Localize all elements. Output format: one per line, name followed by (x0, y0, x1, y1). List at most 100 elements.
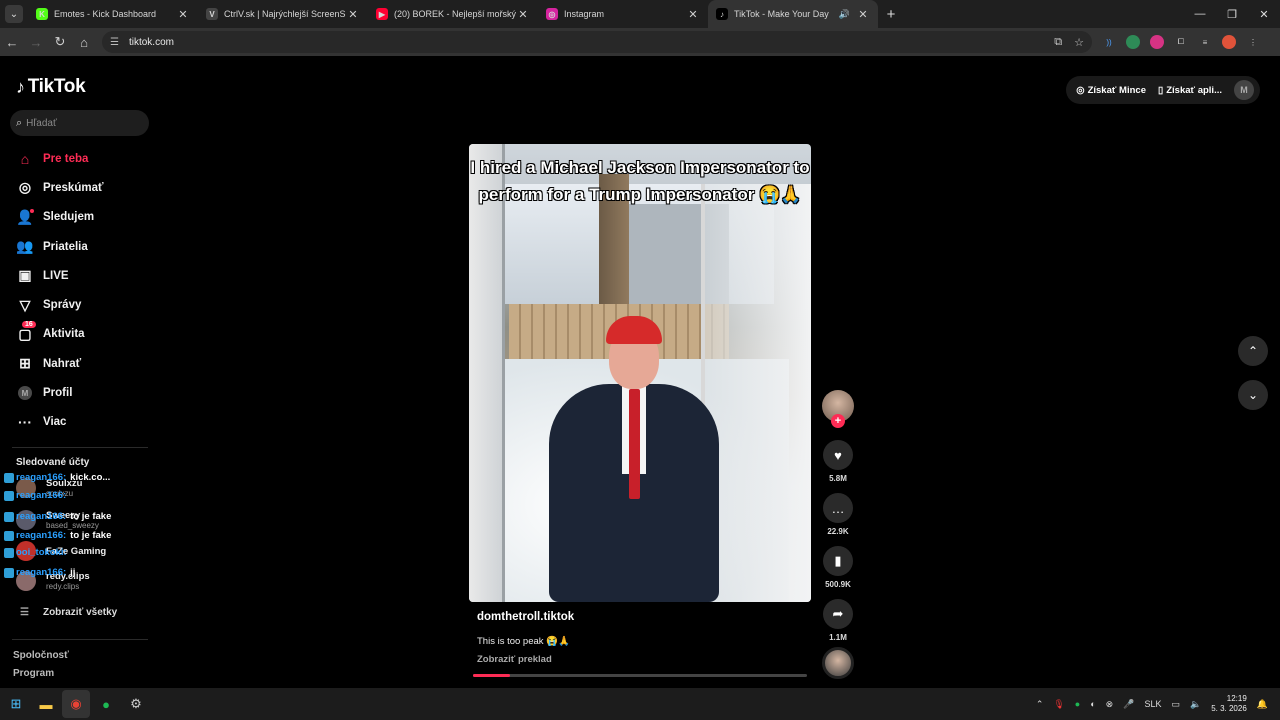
tab-close-icon[interactable]: ✕ (176, 8, 190, 21)
bookmark-icon[interactable]: ▮ (823, 546, 853, 576)
nav-item-profile[interactable]: M Profil (0, 378, 160, 407)
bookmark-star-icon[interactable]: ☆ (1074, 36, 1084, 49)
restore-button[interactable]: ❐ (1216, 0, 1248, 28)
tab-search-button[interactable]: ⌄ (0, 0, 28, 28)
nav-item-compass[interactable]: ◎ Preskúmať (0, 173, 160, 202)
sidebar-divider (12, 639, 148, 640)
get-coins-button[interactable]: ◎ Získať Mince (1076, 85, 1146, 96)
chat-badge-icon (4, 472, 14, 483)
speaker-icon[interactable]: 🔊 (839, 9, 850, 20)
share-icon[interactable]: ➦ (823, 599, 853, 629)
stream-chat-message: ooi_tokoki: (4, 547, 71, 558)
user-avatar[interactable]: M (1234, 80, 1254, 100)
nav-item-more[interactable]: ··· Viac (0, 408, 160, 437)
back-button[interactable]: ← (0, 28, 24, 56)
app-icon[interactable]: ⚙ (122, 690, 150, 718)
windows-taskbar: ⊞ ▬ ◉ ● ⚙ ⌃ 🎙 ● ◐ ⊗ 🎤 SLK ▭ 🔈 12:19 5. 3… (0, 688, 1280, 720)
tray-steam-icon[interactable]: ◐ (1090, 699, 1095, 709)
chevron-down-icon: ⌄ (1247, 388, 1259, 402)
volume-icon[interactable]: 🔈 (1190, 699, 1201, 710)
video-progress-bar[interactable] (473, 674, 807, 677)
get-app-button[interactable]: ▯ Získať apli... (1158, 85, 1222, 96)
more-icon: ··· (18, 414, 32, 431)
show-translation-link[interactable]: Zobraziť preklad (477, 654, 552, 665)
clock[interactable]: 12:19 5. 3. 2026 (1211, 694, 1247, 714)
previous-video-button[interactable]: ⌃ (1238, 336, 1268, 366)
music-disc[interactable] (822, 647, 854, 679)
footer-link-program[interactable]: Program (13, 668, 54, 679)
browser-tab[interactable]: K Emotes - Kick Dashboard ✕ (28, 0, 198, 28)
extension-green-icon[interactable] (1126, 35, 1140, 49)
coin-icon: ◎ (1076, 84, 1085, 96)
tab-favicon-icon: V (206, 8, 218, 20)
windows-start-icon[interactable]: ⊞ (2, 690, 30, 718)
home-button[interactable]: ⌂ (72, 28, 96, 56)
new-tab-button[interactable]: + (878, 6, 904, 23)
nav-item-home[interactable]: ⌂ Pre teba (0, 144, 160, 173)
url-text: tiktok.com (128, 36, 174, 48)
tiktok-logo[interactable]: ♪ TikTok (16, 76, 86, 98)
language-indicator[interactable]: SLK (1144, 699, 1161, 709)
tray-mic-icon[interactable]: 🎤 (1123, 699, 1134, 710)
follow-plus-icon[interactable]: + (831, 414, 845, 428)
tray-spotify-icon[interactable]: ● (1075, 699, 1080, 709)
nav-item-friends[interactable]: 👥 Priatelia (0, 232, 160, 261)
tray-mic-red-icon[interactable]: 🎙 (1053, 699, 1064, 710)
network-icon[interactable]: ▭ (1171, 699, 1180, 710)
forward-button[interactable]: → (24, 28, 48, 56)
comment-icon[interactable]: … (823, 493, 853, 523)
extensions-puzzle-icon[interactable]: ⧠ (1174, 35, 1188, 49)
nav-item-activity[interactable]: ▢ Aktivita 16 (0, 320, 160, 349)
tray-overflow-icon[interactable]: ⌃ (1036, 699, 1044, 710)
video-scene-tie (629, 389, 640, 499)
browser-tab[interactable]: ▶ (20) BOREK - Nejlepší mořský p ✕ (368, 0, 538, 28)
reload-button[interactable]: ↻ (48, 28, 72, 56)
file-explorer-icon[interactable]: ▬ (32, 690, 60, 718)
video-player[interactable]: I hired a Michael Jackson Impersonator t… (469, 144, 811, 602)
search-input[interactable]: ⌕ Hľadať (10, 110, 149, 136)
tab-close-icon[interactable]: ✕ (856, 8, 870, 21)
site-info-icon[interactable]: ☰ (110, 37, 119, 48)
browser-tab[interactable]: ◎ Instagram ✕ (538, 0, 708, 28)
extension-waves-icon[interactable]: )) (1102, 35, 1116, 49)
nav-item-live[interactable]: ▣ LIVE (0, 261, 160, 290)
reading-list-icon[interactable]: ≡ (1198, 35, 1212, 49)
address-bar[interactable]: ☰ tiktok.com ⧉ ☆ (102, 31, 1092, 53)
clock-time: 12:19 (1226, 694, 1247, 703)
creator-avatar[interactable]: + (822, 390, 854, 428)
close-window-button[interactable]: ✕ (1248, 0, 1280, 28)
extensions-area: )) ⧠ ≡ ⋮ (1102, 35, 1260, 49)
next-video-button[interactable]: ⌄ (1238, 380, 1268, 410)
show-all-button[interactable]: ☰ Zobraziť všetky (20, 607, 117, 618)
notifications-icon[interactable]: 🔔 (1257, 699, 1268, 710)
video-author[interactable]: domthetroll.tiktok (477, 611, 574, 623)
chat-badge-icon (4, 567, 14, 578)
spotify-icon[interactable]: ● (92, 690, 120, 718)
sidebar-divider (12, 447, 148, 448)
notification-badge: 16 (22, 320, 36, 328)
browser-tab[interactable]: ♪ TikTok - Make Your Day 🔊 ✕ (708, 0, 878, 28)
tab-close-icon[interactable]: ✕ (686, 8, 700, 21)
tab-close-icon[interactable]: ✕ (516, 8, 530, 21)
tray-app-icon[interactable]: ⊗ (1106, 699, 1114, 710)
heart-icon[interactable]: ♥ (823, 440, 853, 470)
save-action: ▮ 500.9K (822, 546, 854, 589)
nav-item-messages[interactable]: ▽ Správy (0, 290, 160, 319)
browser-menu-icon[interactable]: ⋮ (1246, 35, 1260, 49)
chat-badge-icon (4, 547, 14, 558)
minimize-button[interactable]: — (1184, 0, 1216, 28)
profile-avatar-icon[interactable] (1222, 35, 1236, 49)
nav-item-upload[interactable]: ⊞ Nahrať (0, 349, 160, 378)
nav-item-label: Preskúmať (43, 181, 104, 194)
chat-username: ooi_tokoki: (16, 547, 67, 558)
window-controls: — ❐ ✕ (1184, 0, 1280, 28)
nav-item-following[interactable]: 👤 Sledujem (0, 203, 160, 232)
browser-tab[interactable]: V CtrlV.sk | Najrýchlejší ScreenShot ✕ (198, 0, 368, 28)
video-progress-fill (473, 674, 510, 677)
install-app-icon[interactable]: ⧉ (1054, 36, 1062, 49)
tab-title: CtrlV.sk | Najrýchlejší ScreenShot (224, 9, 346, 19)
extension-pink-icon[interactable] (1150, 35, 1164, 49)
chrome-icon[interactable]: ◉ (62, 690, 90, 718)
footer-link-company[interactable]: Spoločnosť (13, 650, 69, 661)
tab-close-icon[interactable]: ✕ (346, 8, 360, 21)
